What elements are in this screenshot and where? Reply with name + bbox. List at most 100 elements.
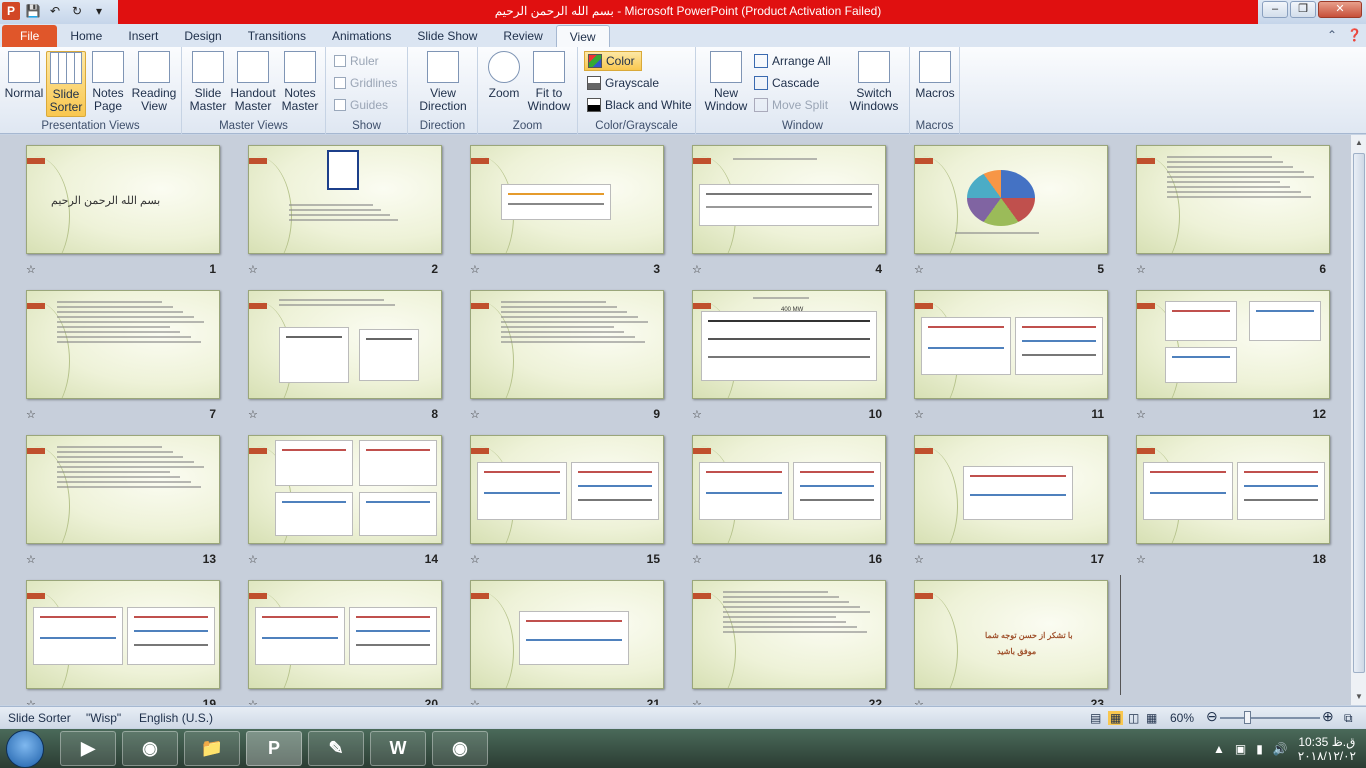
transition-star-icon[interactable]: ☆ [914, 263, 924, 276]
transition-star-icon[interactable]: ☆ [914, 408, 924, 421]
transition-star-icon[interactable]: ☆ [248, 408, 258, 421]
scroll-down-icon[interactable]: ▼ [1351, 689, 1366, 705]
minimize-button[interactable]: – [1262, 1, 1288, 18]
slide-thumbnail[interactable] [1136, 290, 1330, 399]
zoom-in-icon[interactable]: ⊕ [1322, 708, 1334, 725]
customize-qat-icon[interactable]: ▾ [90, 2, 108, 20]
tab-file[interactable]: File [2, 25, 58, 47]
slide-show-status-icon[interactable]: ▦ [1146, 711, 1157, 725]
slide-thumbnail[interactable]: با تشکر از حسن توجه شما موفق باشید [914, 580, 1108, 689]
handout-master-button[interactable]: Handout Master [230, 51, 276, 113]
transition-star-icon[interactable]: ☆ [1136, 553, 1146, 566]
slide-sorter-button[interactable]: Slide Sorter [46, 51, 86, 117]
transition-star-icon[interactable]: ☆ [470, 553, 480, 566]
slide-thumbnail[interactable] [692, 580, 886, 689]
slide-thumbnail[interactable] [1136, 435, 1330, 544]
save-icon[interactable]: 💾 [24, 2, 42, 20]
slide-thumbnail[interactable] [26, 290, 220, 399]
macros-button[interactable]: Macros [914, 51, 956, 100]
help-icon[interactable]: ❓ [1347, 28, 1362, 42]
media-player-icon[interactable]: ▶ [60, 731, 116, 766]
tab-review[interactable]: Review [490, 25, 555, 47]
clock[interactable]: 10:35 ق.ظ ۲۰۱۸/۱۲/۰۲ [1298, 735, 1356, 763]
new-window-button[interactable]: New Window [702, 51, 750, 113]
tab-insert[interactable]: Insert [115, 25, 171, 47]
slide-thumbnail[interactable]: بسم الله الرحمن الرحيم [26, 145, 220, 254]
transition-star-icon[interactable]: ☆ [470, 263, 480, 276]
slide-thumbnail[interactable] [1136, 145, 1330, 254]
gridlines-checkbox[interactable]: Gridlines [334, 73, 397, 93]
word-icon[interactable]: W [370, 731, 426, 766]
network-icon[interactable]: ▣ [1235, 742, 1246, 756]
fit-to-window-button[interactable]: Fit to Window [526, 51, 572, 113]
arrange-all-button[interactable]: Arrange All [754, 51, 831, 71]
normal-view-status-icon[interactable]: ▤ [1090, 711, 1101, 725]
scroll-thumb[interactable] [1353, 153, 1365, 673]
battery-icon[interactable]: ▮ [1256, 742, 1263, 756]
slide-thumbnail[interactable] [692, 435, 886, 544]
slide-thumbnail[interactable] [248, 435, 442, 544]
zoom-slider[interactable] [1220, 717, 1320, 719]
move-split-button[interactable]: Move Split [754, 95, 828, 115]
transition-star-icon[interactable]: ☆ [470, 698, 480, 705]
transition-star-icon[interactable]: ☆ [692, 698, 702, 705]
transition-star-icon[interactable]: ☆ [248, 263, 258, 276]
vertical-scrollbar[interactable]: ▲ ▼ [1350, 135, 1366, 705]
transition-star-icon[interactable]: ☆ [914, 553, 924, 566]
close-button[interactable]: ✕ [1318, 1, 1362, 18]
view-direction-button[interactable]: View Direction [414, 51, 472, 113]
transition-star-icon[interactable]: ☆ [1136, 263, 1146, 276]
powerpoint-taskbar-icon[interactable]: P [246, 731, 302, 766]
transition-star-icon[interactable]: ☆ [1136, 408, 1146, 421]
tab-transitions[interactable]: Transitions [235, 25, 319, 47]
switch-windows-button[interactable]: Switch Windows [846, 51, 902, 113]
slide-thumbnail[interactable]: 400 MW [692, 290, 886, 399]
paint-icon[interactable]: ◉ [432, 731, 488, 766]
transition-star-icon[interactable]: ☆ [26, 408, 36, 421]
guides-checkbox[interactable]: Guides [334, 95, 388, 115]
slide-thumbnail[interactable] [914, 290, 1108, 399]
maximize-button[interactable]: ❐ [1290, 1, 1316, 18]
status-language[interactable]: English (U.S.) [139, 711, 213, 725]
show-hidden-icons-icon[interactable]: ▲ [1213, 742, 1225, 756]
slide-thumbnail[interactable] [248, 290, 442, 399]
reading-view-button[interactable]: Reading View [130, 51, 178, 113]
transition-star-icon[interactable]: ☆ [248, 553, 258, 566]
tab-home[interactable]: Home [57, 25, 115, 47]
zoom-slider-thumb[interactable] [1244, 711, 1251, 724]
status-theme[interactable]: "Wisp" [86, 711, 121, 725]
slide-thumbnail[interactable] [914, 435, 1108, 544]
start-button[interactable] [6, 730, 44, 768]
reading-view-status-icon[interactable]: ◫ [1128, 711, 1139, 725]
slide-thumbnail[interactable] [470, 145, 664, 254]
slide-thumbnail[interactable] [470, 580, 664, 689]
transition-star-icon[interactable]: ☆ [692, 408, 702, 421]
slide-thumbnail[interactable] [470, 435, 664, 544]
slide-thumbnail[interactable] [914, 145, 1108, 254]
notepad-icon[interactable]: ✎ [308, 731, 364, 766]
explorer-icon[interactable]: 📁 [184, 731, 240, 766]
transition-star-icon[interactable]: ☆ [692, 553, 702, 566]
slide-thumbnail[interactable] [248, 580, 442, 689]
undo-icon[interactable]: ↶ [46, 2, 64, 20]
tab-view[interactable]: View [555, 25, 610, 47]
slide-thumbnail[interactable] [692, 145, 886, 254]
black-and-white-button[interactable]: Black and White [587, 95, 692, 115]
transition-star-icon[interactable]: ☆ [248, 698, 258, 705]
slide-master-button[interactable]: Slide Master [188, 51, 228, 113]
ruler-checkbox[interactable]: Ruler [334, 51, 379, 71]
tab-design[interactable]: Design [171, 25, 234, 47]
color-button[interactable]: Color [584, 51, 642, 71]
slide-thumbnail[interactable] [248, 145, 442, 254]
slide-thumbnail[interactable] [26, 435, 220, 544]
zoom-out-icon[interactable]: ⊖ [1206, 708, 1218, 725]
transition-star-icon[interactable]: ☆ [26, 263, 36, 276]
firefox-icon[interactable]: ◉ [122, 731, 178, 766]
transition-star-icon[interactable]: ☆ [26, 553, 36, 566]
slide-thumbnail[interactable] [470, 290, 664, 399]
normal-view-button[interactable]: Normal [4, 51, 44, 100]
transition-star-icon[interactable]: ☆ [692, 263, 702, 276]
redo-icon[interactable]: ↻ [68, 2, 86, 20]
zoom-button[interactable]: Zoom [484, 51, 524, 100]
slide-sorter-status-icon[interactable]: ▦ [1108, 711, 1124, 725]
